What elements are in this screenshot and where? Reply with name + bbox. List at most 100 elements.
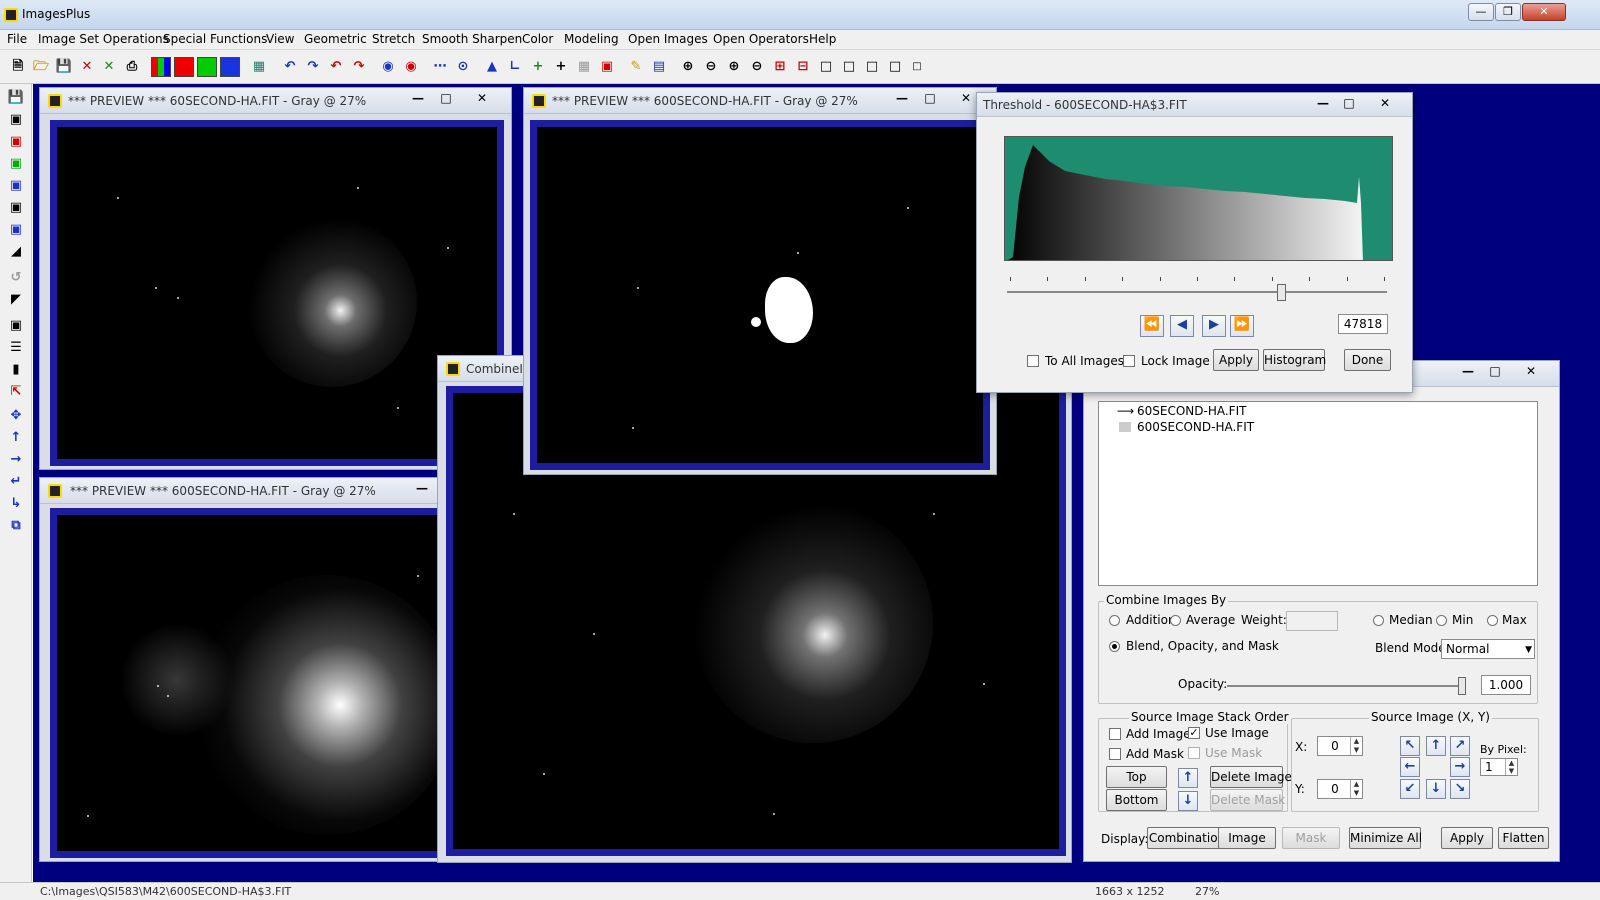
arrow-up-right-icon[interactable]: ↗: [1450, 736, 1470, 756]
arrow-down-right-icon[interactable]: ↘: [1450, 779, 1470, 799]
step-forward-icon[interactable]: ▶: [1202, 315, 1226, 337]
blue-channel-icon[interactable]: [220, 57, 240, 77]
threshold-value-input[interactable]: 47818: [1338, 314, 1388, 334]
maximize-icon[interactable]: □: [920, 91, 940, 107]
y-input[interactable]: 0 ▲ ▼: [1317, 779, 1363, 799]
lasso-icon[interactable]: ↺: [6, 268, 26, 288]
pencil-icon[interactable]: ✎: [626, 57, 646, 77]
mask-button[interactable]: Mask: [1282, 827, 1340, 849]
close-icon[interactable]: ✕: [472, 91, 492, 107]
maximize-icon[interactable]: □: [1485, 364, 1505, 380]
combination-button[interactable]: Combination: [1147, 827, 1227, 849]
open-folder-icon[interactable]: 🗁: [31, 57, 51, 77]
remove-region-icon[interactable]: ⊟: [793, 57, 813, 77]
bottom-button[interactable]: Bottom: [1106, 789, 1167, 811]
green-layer-icon[interactable]: ▣: [6, 154, 26, 174]
invert-icon[interactable]: ◢: [6, 242, 26, 262]
x-input[interactable]: 0 ▲ ▼: [1317, 736, 1363, 756]
arrow-up-icon[interactable]: ↑: [1178, 768, 1198, 788]
arrow-down-left-icon[interactable]: ↙: [1400, 779, 1420, 799]
zoom-out-icon[interactable]: ⊖: [701, 57, 721, 77]
arrow-down-icon[interactable]: ↓: [1426, 779, 1446, 799]
arrow-down-icon[interactable]: ↓: [1178, 791, 1198, 811]
print-icon[interactable]: ⎙: [122, 57, 142, 77]
save-tool-icon[interactable]: 💾: [6, 88, 26, 108]
frame-small-icon[interactable]: □: [862, 57, 882, 77]
table-icon[interactable]: ▤: [649, 57, 669, 77]
rotate-left-icon[interactable]: ↵: [6, 472, 26, 492]
layer-tool-icon[interactable]: ▣: [6, 110, 26, 130]
info-icon[interactable]: ▣: [597, 57, 617, 77]
zoom-reset-icon[interactable]: ⊖: [747, 57, 767, 77]
spin-arrows-icon[interactable]: ▲ ▼: [1505, 759, 1517, 775]
close-icon[interactable]: ✕: [956, 91, 976, 107]
undo-icon[interactable]: ↶: [280, 57, 300, 77]
grid-alt-icon[interactable]: ▦: [574, 57, 594, 77]
opacity-input[interactable]: 1.000: [1481, 675, 1531, 695]
minimize-icon[interactable]: —: [892, 91, 912, 107]
add-mask-checkbox[interactable]: [1109, 748, 1121, 760]
blend-radio[interactable]: [1109, 641, 1120, 652]
spin-arrows-icon[interactable]: ▲ ▼: [1350, 780, 1362, 798]
maximize-icon[interactable]: □: [1339, 96, 1359, 112]
red-layer-icon[interactable]: ▣: [6, 132, 26, 152]
menu-stretch[interactable]: Stretch: [372, 32, 415, 46]
close-image-icon[interactable]: ✕: [77, 57, 97, 77]
average-radio[interactable]: [1170, 615, 1181, 626]
dialog-title-bar[interactable]: Threshold - 600SECOND-HA$3.FIT — □ ✕: [977, 93, 1412, 117]
curve-tool-icon[interactable]: ∟: [505, 57, 525, 77]
menu-open-images[interactable]: Open Images: [628, 32, 708, 46]
layer-tree[interactable]: ⟶ 60SECOND-HA.FIT 600SECOND-HA.FIT: [1098, 401, 1538, 586]
max-radio[interactable]: [1487, 615, 1498, 626]
restore-icon[interactable]: ❐: [1495, 3, 1521, 21]
save-icon[interactable]: 💾: [54, 57, 74, 77]
lock-image-checkbox[interactable]: [1123, 355, 1135, 367]
crosshair-icon[interactable]: +: [528, 57, 548, 77]
frame-tiny-icon[interactable]: □: [907, 57, 927, 77]
window-title-bar[interactable]: *** PREVIEW *** 600SECOND-HA.FIT - Gray …: [40, 478, 438, 504]
mask-blue-icon[interactable]: ▣: [6, 220, 26, 240]
nebula-image[interactable]: [57, 127, 497, 459]
weight-input[interactable]: [1286, 611, 1338, 631]
mask-layer-icon[interactable]: ▣: [6, 198, 26, 218]
zoom-in-icon[interactable]: ⊕: [678, 57, 698, 77]
histogram-plot[interactable]: [1004, 136, 1393, 261]
copy-icon[interactable]: ⧉: [6, 516, 26, 536]
use-mask-checkbox[interactable]: [1188, 747, 1200, 759]
close-icon[interactable]: ✕: [1522, 3, 1566, 21]
use-image-checkbox[interactable]: ✓: [1188, 727, 1200, 739]
frame-large-icon[interactable]: □: [816, 57, 836, 77]
threshold-slider-track[interactable]: [1007, 291, 1387, 293]
histogram-tool-icon[interactable]: ▲: [482, 57, 502, 77]
red-channel-icon[interactable]: [174, 57, 194, 77]
menu-smooth-sharpen[interactable]: Smooth Sharpen: [422, 32, 522, 46]
menu-modeling[interactable]: Modeling: [564, 32, 619, 46]
dots-icon[interactable]: ⋯: [430, 57, 450, 77]
green-channel-icon[interactable]: [197, 57, 217, 77]
black-rect-icon[interactable]: ▮: [6, 360, 26, 380]
menu-color[interactable]: Color: [522, 32, 553, 46]
undo-all-icon[interactable]: ↶: [326, 57, 346, 77]
apply-button[interactable]: Apply: [1213, 349, 1259, 371]
select-rect-icon[interactable]: ▣: [6, 316, 26, 336]
menu-open-operators[interactable]: Open Operators: [713, 32, 809, 46]
apply-button[interactable]: Apply: [1441, 827, 1493, 849]
minimize-icon[interactable]: —: [1458, 364, 1478, 380]
add-image-checkbox[interactable]: [1109, 728, 1121, 740]
arrow-up-icon[interactable]: ↑: [1426, 736, 1446, 756]
minimize-all-button[interactable]: Minimize All: [1349, 827, 1422, 849]
blend-mode-select[interactable]: Normal ▼: [1441, 639, 1535, 659]
close-all-icon[interactable]: ✕: [99, 57, 119, 77]
blue-layer-icon[interactable]: ▣: [6, 176, 26, 196]
pointer-icon[interactable]: ⇱: [6, 382, 26, 402]
menu-special-functions[interactable]: Special Functions: [163, 32, 267, 46]
rgb-channels-icon[interactable]: [151, 57, 171, 77]
threshold-slider-thumb[interactable]: [1276, 284, 1286, 301]
min-radio[interactable]: [1436, 615, 1447, 626]
by-pixel-input[interactable]: 1 ▲ ▼: [1480, 758, 1518, 776]
record-icon[interactable]: ◉: [378, 57, 398, 77]
crosshair-alt-icon[interactable]: +: [551, 57, 571, 77]
opacity-slider-track[interactable]: [1227, 685, 1465, 687]
arrow-up-icon[interactable]: ↑: [6, 428, 26, 448]
menu-file[interactable]: File: [7, 32, 27, 46]
